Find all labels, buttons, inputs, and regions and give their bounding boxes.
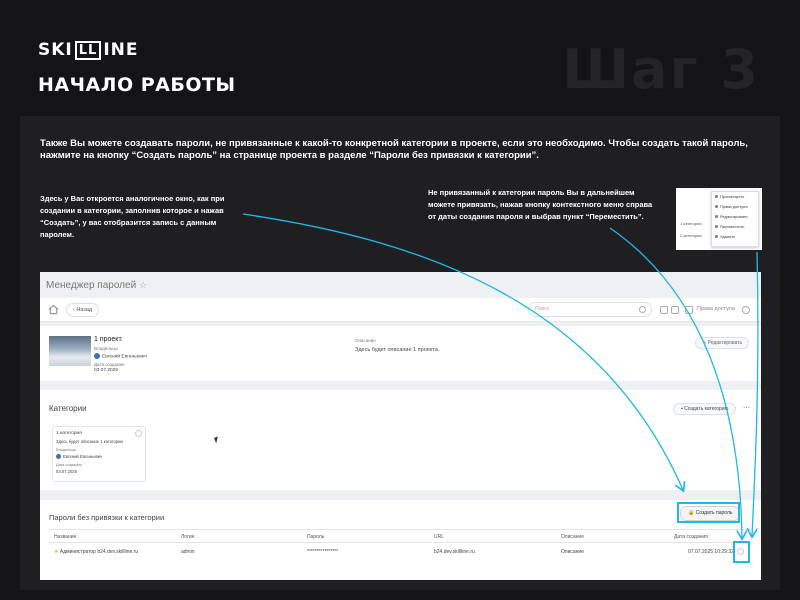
project-name: 1 проект. <box>94 336 123 343</box>
category-owners-label: Владельцы <box>56 448 77 452</box>
row-name: Администратор b24.dev.skillline.ru <box>59 549 139 555</box>
row-description: Описание <box>561 549 585 555</box>
col-url[interactable]: URL <box>434 534 444 540</box>
owners-label: Владельцы <box>94 346 118 351</box>
passwords-card: Пароли без привязки к категории <box>40 500 761 580</box>
logo-box: LL <box>74 40 102 60</box>
thumb-category-2: 2 категория <box>680 233 702 238</box>
menu-item-access[interactable]: Права доступа <box>712 202 758 212</box>
toolbar: ‹ Назад Поиск Права доступа <box>40 298 761 322</box>
thumb-category-1: 1 категория <box>680 221 702 226</box>
row-url[interactable]: b24.dev.skillline.ru <box>434 549 475 555</box>
context-menu-thumbnail: 1 категория 2 категория Просмотреть Прав… <box>676 188 762 250</box>
row-created: 07.07.2025 10:29:32 <box>688 549 734 555</box>
star-icon[interactable]: ☆ <box>139 280 147 290</box>
category-description: Здесь будет описание 1 категории <box>56 439 123 444</box>
create-category-button[interactable]: ▪ Создать категорию <box>673 403 737 415</box>
category-owner-name: Евгений Евгеньевич <box>63 454 103 459</box>
filter-icon[interactable] <box>671 306 679 314</box>
intro-text: Также Вы можете создавать пароли, не при… <box>40 138 748 161</box>
project-owner: Евгений Евгеньевич <box>94 353 147 359</box>
app-title-text: Менеджер паролей <box>46 280 137 291</box>
menu-item-move[interactable]: Переместить <box>712 222 758 232</box>
home-icon[interactable] <box>48 304 59 315</box>
description-label: Описание <box>355 338 376 343</box>
menu-item-edit[interactable]: Редактировать <box>712 212 758 222</box>
project-owner-name: Евгений Евгеньевич <box>102 354 148 360</box>
search-icon <box>639 306 646 313</box>
more-icon[interactable]: ⋯ <box>743 404 750 412</box>
grid-icon[interactable] <box>685 306 693 314</box>
note-right: Не привязанный к категории пароль Вы в д… <box>428 188 653 221</box>
highlight-create-password <box>677 502 740 523</box>
category-name: 1 категория <box>56 431 82 436</box>
table-header-divider <box>49 542 754 543</box>
avatar <box>56 454 61 460</box>
settings-icon[interactable] <box>660 306 668 314</box>
table-top-divider <box>49 529 754 530</box>
highlight-row-menu <box>733 541 750 563</box>
eye-icon[interactable] <box>742 306 750 314</box>
edit-project-button[interactable]: ✎ Редактировать <box>695 337 750 349</box>
search-input[interactable]: Поиск <box>528 302 652 317</box>
menu-item-delete[interactable]: Удалить <box>712 232 758 242</box>
project-image <box>49 336 91 366</box>
note-left: Здесь у Вас откроется аналогичное окно, … <box>40 194 225 239</box>
col-name[interactable]: Название <box>54 534 76 540</box>
menu-item-view[interactable]: Просмотреть <box>712 192 758 202</box>
access-rights-link[interactable]: Права доступа <box>697 306 735 312</box>
col-password[interactable]: Пароль <box>307 534 324 540</box>
row-password: **************** <box>307 549 339 555</box>
back-label: Назад <box>76 307 93 313</box>
app-title: Менеджер паролей ☆ <box>46 280 147 291</box>
col-login[interactable]: Логин <box>181 534 194 540</box>
project-created: 03.07.2025 <box>94 368 119 373</box>
row-login: admin <box>181 549 195 555</box>
logo-left: SKI <box>38 40 73 60</box>
category-created-label: Дата создания <box>56 463 82 467</box>
categories-title: Категории <box>49 404 87 413</box>
logo: SKI LL INE <box>38 40 139 60</box>
category-created: 03.07.2025 <box>56 469 77 474</box>
avatar <box>94 353 100 359</box>
search-placeholder: Поиск <box>535 306 549 312</box>
categories-card: Категории ▪ Создать категорию ⋯ 1 катего… <box>40 390 761 490</box>
project-description: Здесь будет описание 1 проекта. <box>355 347 440 353</box>
project-card: 1 проект. Владельцы Евгений Евгеньевич Д… <box>40 326 761 381</box>
table-row[interactable]: ★ Администратор b24.dev.skillline.ru <box>54 549 138 555</box>
col-description[interactable]: Описание <box>561 534 584 540</box>
category-item[interactable]: 1 категория Здесь будет описание 1 катег… <box>52 426 146 482</box>
step-label: Шаг 3 <box>562 38 760 101</box>
col-created[interactable]: Дата создания <box>674 534 708 540</box>
category-menu-icon[interactable] <box>135 430 142 437</box>
page-title: НАЧАЛО РАБОТЫ <box>38 74 236 96</box>
back-button[interactable]: ‹ Назад <box>66 303 100 317</box>
create-category-label: Создать категорию <box>684 406 729 412</box>
edit-project-label: Редактировать <box>707 340 743 346</box>
category-owner: Евгений Евгеньевич <box>56 454 103 460</box>
context-menu: Просмотреть Права доступа Редактировать … <box>711 191 759 247</box>
key-icon: ★ <box>54 549 59 555</box>
created-label: Дата создания <box>94 362 125 367</box>
passwords-title: Пароли без привязки к категории <box>49 513 165 522</box>
app-screenshot: Менеджер паролей ☆ ‹ Назад Поиск Права до… <box>40 272 761 580</box>
logo-right: INE <box>103 40 139 60</box>
